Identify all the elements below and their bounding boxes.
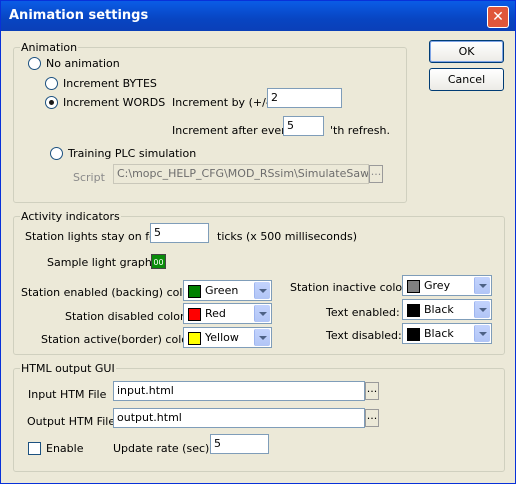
station-active-color-label: Station active(border) color: [41, 333, 197, 346]
color-swatch [407, 280, 420, 293]
html-gui-legend: HTML output GUI [21, 362, 115, 375]
color-swatch [188, 308, 201, 321]
chevron-down-icon[interactable] [254, 329, 270, 346]
close-icon[interactable]: ✕ [487, 6, 509, 28]
input-htm-browse-button[interactable]: ... [365, 382, 379, 400]
input-htm-label: Input HTM File [28, 388, 107, 401]
increment-bytes-label: Increment BYTES [63, 77, 157, 90]
activity-legend: Activity indicators [21, 210, 120, 223]
sample-light-graphic: 00 [151, 254, 166, 269]
training-plc-label: Training PLC simulation [68, 147, 197, 160]
output-htm-browse-button[interactable]: ... [365, 409, 379, 427]
station-enabled-color-value: Green [205, 284, 239, 297]
color-swatch [188, 332, 201, 345]
enable-label: Enable [46, 442, 84, 455]
color-swatch [188, 285, 201, 298]
station-disabled-color-label: Station disabled color: [65, 310, 188, 323]
no-animation-radio[interactable] [28, 57, 41, 70]
chevron-down-icon[interactable] [474, 301, 490, 318]
increment-after-label: Increment after every [172, 124, 293, 137]
enable-checkbox[interactable] [28, 442, 41, 455]
chevron-down-icon[interactable] [474, 325, 490, 342]
increment-by-label: Increment by (+/-) [172, 96, 275, 109]
output-htm-label: Output HTM File [27, 415, 116, 428]
animation-settings-dialog: Animation settings ✕ OK Cancel Animation… [0, 0, 516, 484]
animation-legend: Animation [21, 41, 78, 54]
increment-words-label: Increment WORDS [63, 96, 166, 109]
text-enabled-color-value: Black [424, 303, 454, 316]
station-inactive-color-value: Grey [424, 279, 451, 292]
chevron-down-icon[interactable] [254, 305, 270, 322]
text-disabled-label: Text disabled: [326, 329, 402, 342]
text-enabled-color-select[interactable]: Black [402, 299, 492, 320]
update-rate-label: Update rate (sec) [113, 442, 210, 455]
ok-button[interactable]: OK [429, 40, 504, 63]
station-inactive-color-label: Station inactive color: [290, 281, 411, 294]
chevron-down-icon[interactable] [474, 277, 490, 294]
script-browse-button[interactable]: ... [369, 165, 383, 183]
text-disabled-color-value: Black [424, 327, 454, 340]
station-disabled-color-value: Red [205, 307, 226, 320]
script-path-input[interactable]: C:\mopc_HELP_CFG\MOD_RSsim\SimulateSawTo… [113, 164, 369, 184]
no-animation-label: No animation [46, 57, 120, 70]
title-bar[interactable]: Animation settings ✕ [1, 1, 515, 31]
text-disabled-color-select[interactable]: Black [402, 323, 492, 344]
sample-light-label: Sample light graphic [47, 256, 161, 269]
increment-by-input[interactable]: 2 [267, 88, 342, 108]
station-disabled-color-select[interactable]: Red [183, 303, 272, 324]
increment-words-radio[interactable] [45, 96, 58, 109]
station-active-color-value: Yellow [205, 331, 239, 344]
lights-label: Station lights stay on for [25, 230, 161, 243]
output-htm-field[interactable]: output.html [113, 408, 365, 428]
training-plc-radio[interactable] [50, 147, 63, 160]
station-inactive-color-select[interactable]: Grey [402, 275, 492, 296]
ticks-label: ticks (x 500 milliseconds) [217, 230, 357, 243]
refresh-suffix-label: 'th refresh. [330, 124, 390, 137]
station-active-color-select[interactable]: Yellow [183, 327, 272, 348]
lights-duration-input[interactable]: 5 [150, 223, 209, 243]
station-enabled-color-select[interactable]: Green [183, 280, 272, 301]
increment-bytes-radio[interactable] [45, 77, 58, 90]
color-swatch [407, 304, 420, 317]
script-label: Script [73, 171, 105, 184]
station-enabled-color-label: Station enabled (backing) color: [21, 286, 198, 299]
text-enabled-label: Text enabled: [326, 306, 400, 319]
window-title: Animation settings [9, 8, 149, 23]
cancel-button[interactable]: Cancel [429, 68, 504, 91]
increment-after-input[interactable]: 5 [283, 116, 324, 136]
update-rate-input[interactable]: 5 [210, 434, 269, 454]
color-swatch [407, 328, 420, 341]
input-htm-field[interactable]: input.html [113, 381, 365, 401]
chevron-down-icon[interactable] [254, 282, 270, 299]
